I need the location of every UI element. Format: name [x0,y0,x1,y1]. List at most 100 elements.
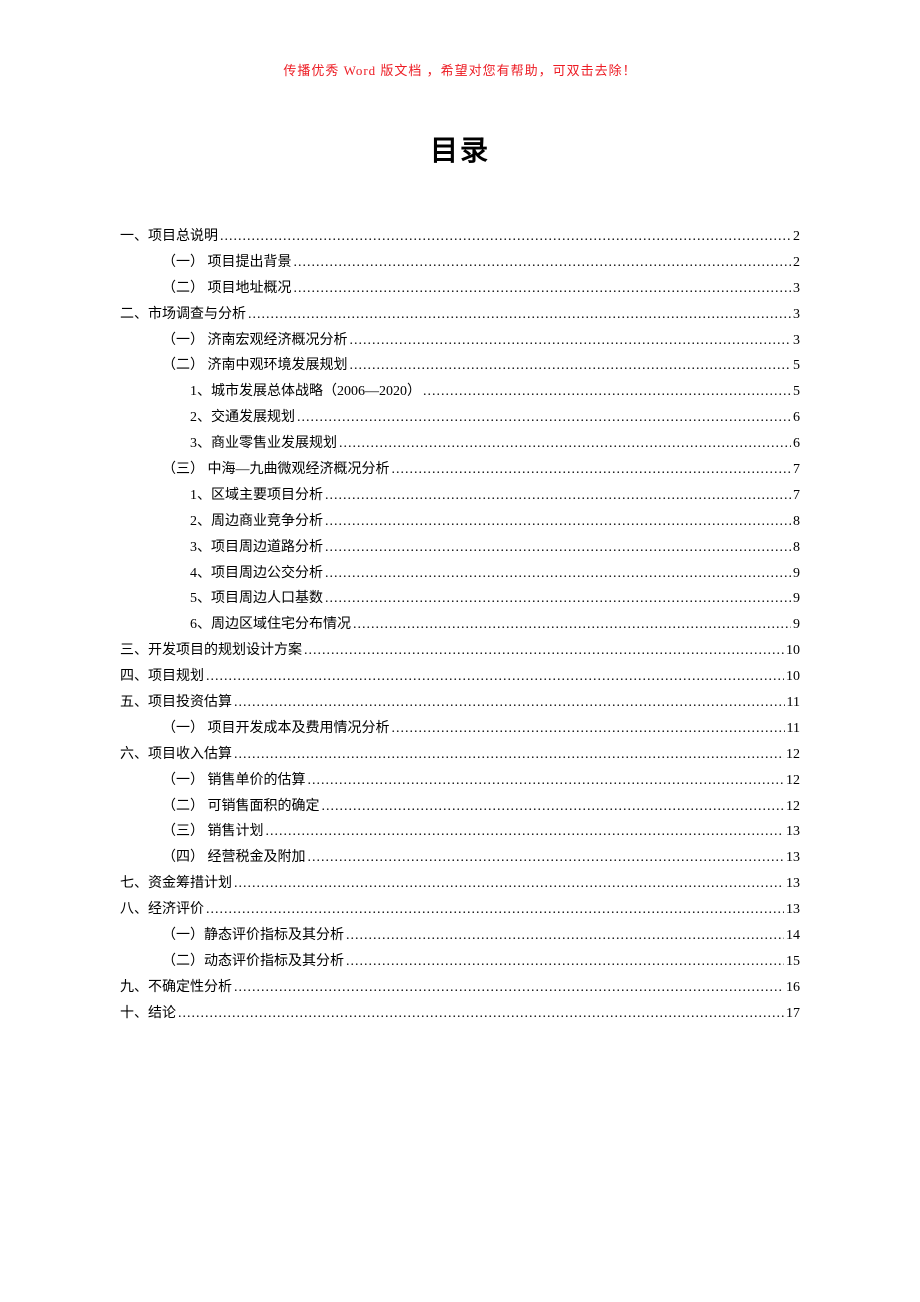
toc-entry[interactable]: 2、交通发展规划6 [120,405,800,431]
toc-entry[interactable]: 3、商业零售业发展规划6 [120,431,800,457]
toc-entry-label: 6、周边区域住宅分布情况 [190,612,351,638]
toc-entry-label: （一） 济南宏观经济概况分析 [162,328,348,354]
toc-leader-dots [178,1001,784,1027]
toc-leader-dots [325,586,791,612]
toc-entry[interactable]: 八、经济评价13 [120,897,800,923]
toc-entry-page: 9 [793,612,800,638]
toc-leader-dots [325,509,791,535]
toc-entry[interactable]: 5、项目周边人口基数9 [120,586,800,612]
toc-leader-dots [248,302,791,328]
toc-leader-dots [350,353,792,379]
toc-entry[interactable]: （一） 济南宏观经济概况分析 3 [120,328,800,354]
toc-entry[interactable]: 一、项目总说明 2 [120,224,800,250]
toc-entry[interactable]: 二、市场调查与分析3 [120,302,800,328]
toc-entry[interactable]: 五、项目投资估算 11 [120,690,800,716]
toc-leader-dots [266,819,785,845]
toc-leader-dots [294,250,792,276]
toc-entry[interactable]: （四） 经营税金及附加13 [120,845,800,871]
toc-entry[interactable]: 3、项目周边道路分析 8 [120,535,800,561]
toc-entry[interactable]: （一） 项目提出背景2 [120,250,800,276]
toc-entry-page: 12 [786,768,800,794]
toc-leader-dots [234,690,785,716]
toc-entry-page: 13 [786,819,800,845]
toc-entry-label: 九、不确定性分析 [120,975,232,1001]
toc-entry-page: 14 [786,923,800,949]
toc-entry[interactable]: （二） 项目地址概况 3 [120,276,800,302]
toc-entry-page: 15 [786,949,800,975]
toc-entry-page: 8 [793,535,800,561]
toc-entry-page: 3 [793,302,800,328]
toc-entry-label: （二） 济南中观环境发展规划 [162,353,348,379]
toc-leader-dots [392,716,785,742]
toc-entry-page: 5 [793,379,800,405]
toc-entry[interactable]: （一） 销售单价的估算 12 [120,768,800,794]
toc-entry-page: 2 [793,224,800,250]
toc-leader-dots [346,949,784,975]
toc-leader-dots [322,794,785,820]
toc-leader-dots [392,457,792,483]
toc-entry-page: 11 [787,716,800,742]
toc-entry-label: 2、交通发展规划 [190,405,295,431]
toc-entry[interactable]: 十、结论 17 [120,1001,800,1027]
toc-entry-page: 11 [787,690,800,716]
toc-entry[interactable]: 三、开发项目的规划设计方案10 [120,638,800,664]
toc-entry-label: （一） 项目开发成本及费用情况分析 [162,716,390,742]
toc-entry-page: 3 [793,328,800,354]
toc-entry-page: 7 [793,457,800,483]
toc-leader-dots [206,664,784,690]
toc-entry[interactable]: 1、城市发展总体战略（2006—2020） 5 [120,379,800,405]
toc-entry-page: 13 [786,871,800,897]
toc-entry[interactable]: 七、资金筹措计划13 [120,871,800,897]
toc-leader-dots [308,845,785,871]
toc-leader-dots [308,768,785,794]
toc-entry-page: 16 [786,975,800,1001]
toc-leader-dots [350,328,792,354]
toc-entry[interactable]: 1、区域主要项目分析7 [120,483,800,509]
toc-entry-page: 8 [793,509,800,535]
toc-entry-label: 十、结论 [120,1001,176,1027]
toc-entry-label: （二）动态评价指标及其分析 [162,949,344,975]
toc-entry[interactable]: 六、项目收入估算12 [120,742,800,768]
toc-entry-label: （三） 销售计划 [162,819,264,845]
toc-entry-label: 六、项目收入估算 [120,742,232,768]
toc-leader-dots [220,224,791,250]
toc-entry-label: 3、项目周边道路分析 [190,535,323,561]
toc-entry-page: 17 [786,1001,800,1027]
toc-entry-page: 6 [793,431,800,457]
toc-entry-page: 9 [793,561,800,587]
toc-entry[interactable]: （一）静态评价指标及其分析14 [120,923,800,949]
toc-entry-page: 9 [793,586,800,612]
toc-entry[interactable]: 4、项目周边公交分析9 [120,561,800,587]
toc-leader-dots [234,742,784,768]
toc-entry-label: （三） 中海—九曲微观经济概况分析 [162,457,390,483]
toc-leader-dots [339,431,791,457]
toc-entry-label: 八、经济评价 [120,897,204,923]
toc-leader-dots [297,405,791,431]
toc-entry-page: 10 [786,638,800,664]
toc-entry-label: 一、项目总说明 [120,224,218,250]
toc-entry[interactable]: （二） 可销售面积的确定12 [120,794,800,820]
toc-entry-label: （二） 项目地址概况 [162,276,292,302]
toc-leader-dots [206,897,784,923]
toc-leader-dots [304,638,784,664]
toc-entry-label: 四、项目规划 [120,664,204,690]
toc-entry[interactable]: （二） 济南中观环境发展规划5 [120,353,800,379]
toc-entry[interactable]: 6、周边区域住宅分布情况 9 [120,612,800,638]
toc-entry[interactable]: （二）动态评价指标及其分析 15 [120,949,800,975]
toc-entry[interactable]: （三） 中海—九曲微观经济概况分析 7 [120,457,800,483]
toc-entry[interactable]: 四、项目规划10 [120,664,800,690]
toc-leader-dots [325,535,791,561]
toc-entry-page: 12 [786,794,800,820]
toc-entry-label: 五、项目投资估算 [120,690,232,716]
toc-entry-page: 3 [793,276,800,302]
toc-entry[interactable]: （一） 项目开发成本及费用情况分析 11 [120,716,800,742]
toc-leader-dots [234,871,784,897]
toc-entry[interactable]: （三） 销售计划 13 [120,819,800,845]
toc-entry-label: 1、城市发展总体战略（2006—2020） [190,379,421,405]
toc-entry[interactable]: 九、不确定性分析 16 [120,975,800,1001]
header-note: 传播优秀 Word 版文档 ，希望对您有帮助，可双击去除！ [120,60,800,79]
toc-entry-page: 7 [793,483,800,509]
toc-leader-dots [353,612,791,638]
toc-entry-label: （一） 销售单价的估算 [162,768,306,794]
toc-entry[interactable]: 2、周边商业竞争分析8 [120,509,800,535]
